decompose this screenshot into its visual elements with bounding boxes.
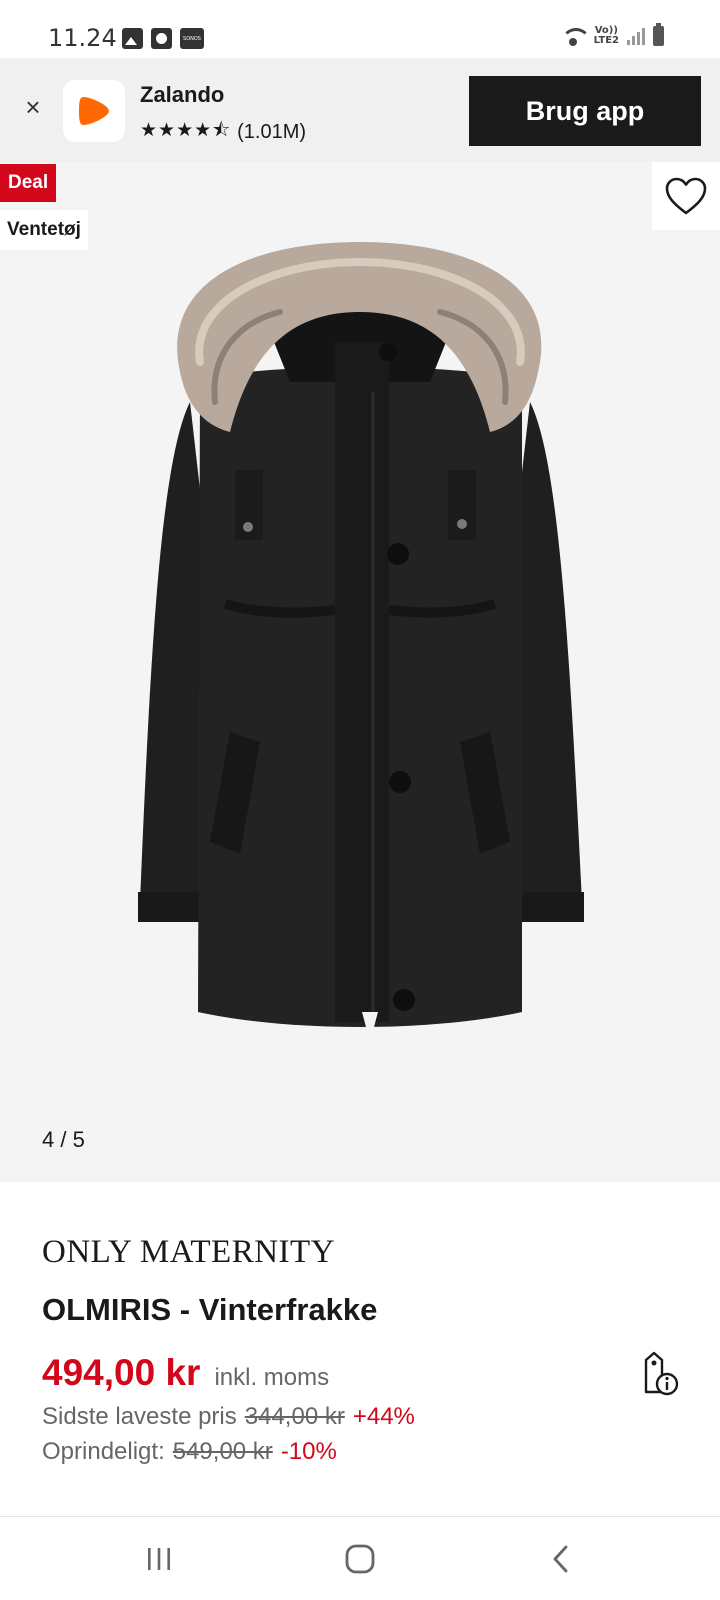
product-image-carousel[interactable]: Deal Ventetøj 4 / 5 [0,162,720,1182]
price-tag-info-icon [644,1351,679,1396]
signal-icon [627,27,645,45]
original-price-value: 549,00 kr [172,1438,273,1465]
lowest-price-change: +44% [352,1403,415,1430]
app-rating: ★★★★⯪ (1.01M) [140,116,306,148]
app-name: Zalando [140,82,225,107]
app-install-banner: × Zalando ★★★★⯪ (1.01M) Brug app [0,58,720,162]
clock-icon [151,28,172,49]
wifi-icon [560,26,591,46]
current-price: 494,00 kr [42,1352,201,1393]
close-icon: × [25,92,41,122]
system-nav-bar [0,1516,720,1600]
zalando-logo-icon [79,97,109,125]
brand-name[interactable]: ONLY MATERNITY [42,1234,335,1271]
back-button[interactable] [537,1537,585,1581]
image-pager: 4 / 5 [42,1127,85,1152]
lte-label: LTE2 [593,35,619,46]
recent-apps-button[interactable] [135,1537,183,1581]
original-price-label: Oprindeligt: [42,1438,165,1465]
category-badge: Ventetøj [0,210,88,250]
price-row: 494,00 kr inkl. moms [42,1352,329,1394]
product-photo [138,242,584,1042]
original-price-row: Oprindeligt: 549,00 kr -10% [42,1438,337,1466]
use-app-button[interactable]: Brug app [469,76,701,146]
sonos-icon: SONOS [180,28,204,49]
lte-indicator: Vo)) LTE2 [594,26,619,46]
original-price-change: -10% [280,1438,337,1465]
price-info-button[interactable] [636,1350,680,1398]
notification-icons: SONOS [122,28,204,49]
status-time: 11.24 [48,24,117,52]
back-chevron-icon [553,1545,568,1573]
status-bar: 11.24 SONOS Vo)) LTE2 [0,0,720,58]
lowest-price-label: Sidste laveste pris [42,1403,237,1430]
home-button[interactable] [336,1537,384,1581]
deal-badge: Deal [0,164,57,202]
rating-count: (1.01M) [237,120,307,143]
wishlist-button[interactable] [652,162,720,230]
zalando-app-logo [63,80,125,142]
lowest-price-row: Sidste laveste pris 344,00 kr +44% [42,1403,415,1431]
home-icon [345,1544,375,1574]
gallery-icon [122,28,143,49]
product-title: OLMIRIS - Vinterfrakke [42,1292,378,1327]
rating-stars: ★★★★⯪ [140,119,232,141]
heart-icon [665,177,707,215]
system-icons: Vo)) LTE2 [560,23,664,46]
price-vat-note: inkl. moms [214,1364,330,1391]
lowest-price-value: 344,00 kr [244,1403,345,1430]
recent-apps-icon [148,1548,170,1570]
battery-icon [653,23,664,46]
close-banner-button[interactable]: × [18,92,48,122]
